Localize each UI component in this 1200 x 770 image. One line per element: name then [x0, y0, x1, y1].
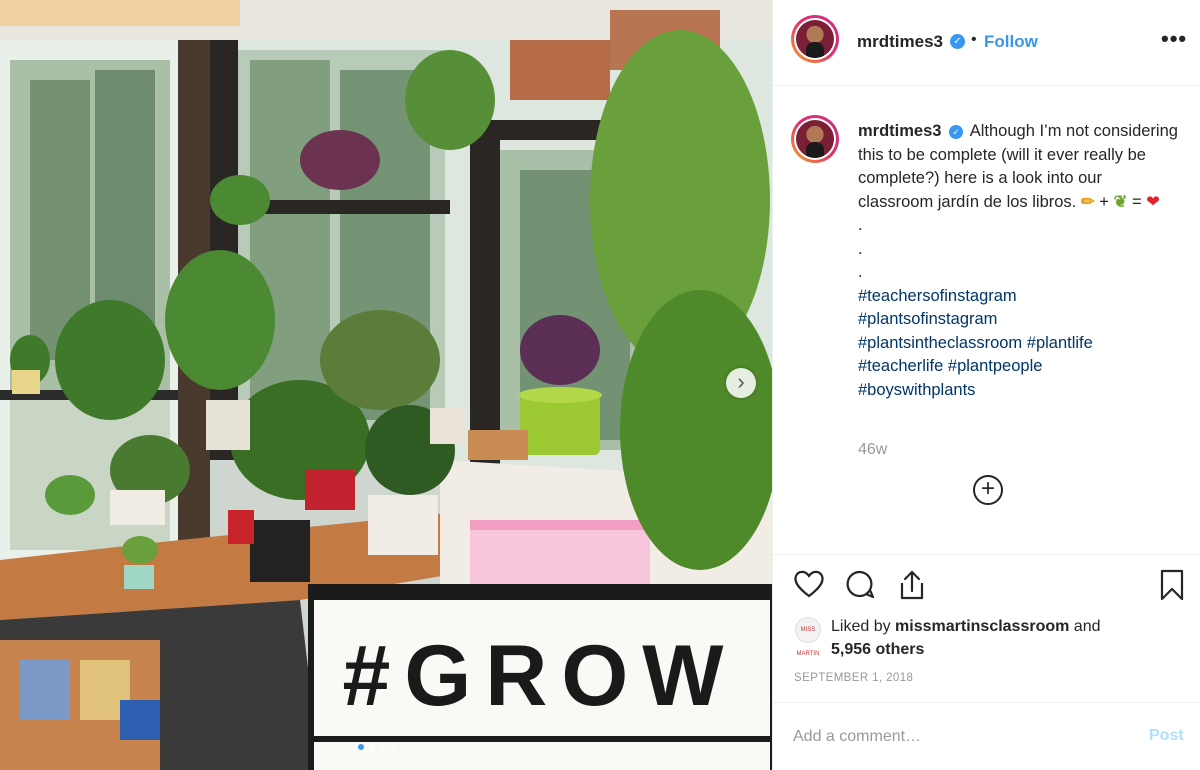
heart-outline-icon[interactable]	[793, 569, 825, 599]
caption-username[interactable]: mrdtimes3	[858, 122, 941, 140]
comments-section[interactable]: mrdtimes3 ✓ Although I’m not considering…	[773, 87, 1200, 555]
hashtag-link[interactable]: #boyswithplants	[858, 381, 975, 399]
likes-count-link[interactable]: 5,956 others	[831, 641, 924, 658]
likes-middle: and	[1069, 618, 1101, 635]
bookmark-icon[interactable]	[1159, 569, 1185, 601]
add-comment-bar: Post	[773, 702, 1200, 770]
post-date[interactable]: SEPTEMBER 1, 2018	[794, 672, 913, 684]
speech-bubble-icon[interactable]	[844, 569, 876, 599]
carousel-dot-2	[369, 744, 375, 750]
post-side-panel: mrdtimes3 ✓ • Follow ••• mrdtimes3 ✓ Alt…	[772, 0, 1200, 770]
more-options-icon[interactable]: •••	[1161, 26, 1187, 52]
caption-dot: .	[858, 216, 863, 234]
classroom-plants-image: #GROW	[0, 0, 772, 770]
caption-age[interactable]: 46w	[858, 441, 887, 459]
grow-sign-text: #GROW	[343, 628, 738, 724]
pencil-emoji-icon: ✏	[1080, 192, 1095, 211]
hashtag-link[interactable]: #plantpeople	[948, 357, 1043, 375]
caption-plus: +	[1099, 192, 1109, 211]
liker-avatar[interactable]: MISS MARTIN	[795, 617, 821, 657]
post-comment-button[interactable]: Post	[1149, 727, 1184, 745]
follow-button[interactable]: Follow	[984, 32, 1038, 52]
hashtag-link[interactable]: #plantlife	[1027, 334, 1093, 352]
verified-badge-icon: ✓	[950, 34, 965, 49]
verified-badge-icon: ✓	[949, 124, 964, 139]
liker-username[interactable]: missmartinsclassroom	[895, 618, 1069, 635]
hashtag-link[interactable]: #plantsintheclassroom	[858, 334, 1022, 352]
likes-prefix: Liked by	[831, 618, 896, 635]
caption-avatar[interactable]	[791, 115, 839, 163]
action-bar	[773, 563, 1200, 607]
share-upload-icon[interactable]	[897, 569, 927, 601]
hashtag-link[interactable]: #plantsofinstagram	[858, 310, 997, 328]
post-caption: mrdtimes3 ✓ Although I’m not considering…	[858, 120, 1178, 402]
hashtag-link[interactable]: #teachersofinstagram	[858, 287, 1017, 305]
carousel-dot-3	[380, 744, 386, 750]
avatar[interactable]	[791, 15, 839, 63]
post-header: mrdtimes3 ✓ • Follow •••	[773, 0, 1200, 86]
hashtag-link[interactable]: #teacherlife	[858, 357, 943, 375]
caption-dot: .	[858, 239, 863, 258]
sprout-emoji-icon: ❦	[1113, 192, 1128, 211]
carousel-dots	[358, 744, 397, 750]
load-more-comments-button[interactable]: +	[973, 475, 1003, 505]
header-username[interactable]: mrdtimes3	[857, 32, 943, 52]
header-separator: •	[971, 31, 977, 48]
caption-dot: .	[858, 263, 863, 281]
carousel-next-button[interactable]: ›	[726, 368, 756, 398]
post-photo[interactable]: #GROW ›	[0, 0, 772, 770]
caption-equals: =	[1131, 192, 1142, 211]
heart-emoji-icon: ❤	[1146, 192, 1160, 211]
comment-input[interactable]	[793, 725, 1123, 749]
carousel-dot-4	[391, 744, 397, 750]
carousel-dot-1	[358, 744, 364, 750]
